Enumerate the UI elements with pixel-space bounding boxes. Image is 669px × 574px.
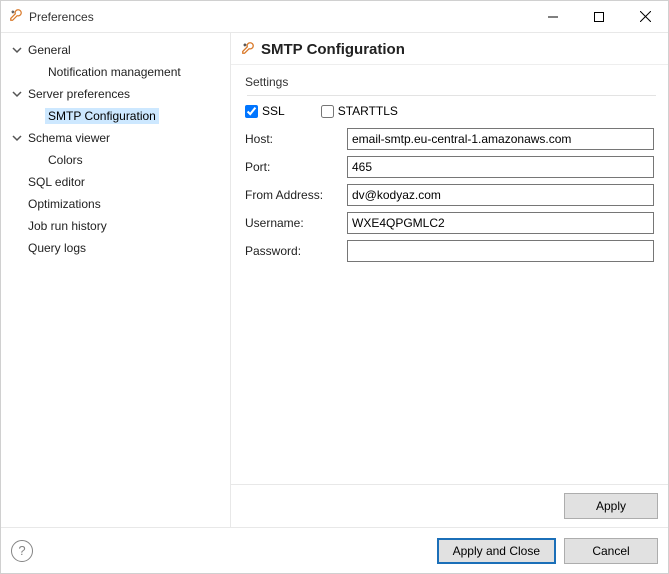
chevron-down-icon[interactable] [11, 132, 23, 144]
close-button[interactable] [622, 1, 668, 32]
preferences-window: Preferences General Notification manageme… [0, 0, 669, 574]
tree-item-label: Schema viewer [25, 130, 113, 146]
tree-item[interactable]: Server preferences [5, 83, 226, 105]
tree-item[interactable]: Colors [5, 149, 226, 171]
username-input[interactable] [347, 212, 654, 234]
from-input[interactable] [347, 184, 654, 206]
apply-and-close-button[interactable]: Apply and Close [437, 538, 556, 564]
ssl-label: SSL [262, 104, 285, 118]
preferences-tree[interactable]: General Notification management Server pre… [1, 33, 231, 527]
separator [247, 95, 656, 96]
settings-panel: Settings SSL STARTTLS [231, 65, 668, 484]
tree-item[interactable]: General [5, 39, 226, 61]
apply-button[interactable]: Apply [564, 493, 658, 519]
port-label: Port: [245, 160, 341, 174]
port-input[interactable] [347, 156, 654, 178]
tree-item[interactable]: SMTP Configuration [5, 105, 226, 127]
starttls-label: STARTTLS [338, 104, 398, 118]
titlebar: Preferences [1, 1, 668, 33]
starttls-checkbox-input[interactable] [321, 105, 334, 118]
tree-item-label: General [25, 42, 74, 58]
ssl-checkbox[interactable]: SSL [245, 104, 285, 118]
form-grid: SSL STARTTLS Host: Port: From Address: [245, 104, 654, 262]
password-input[interactable] [347, 240, 654, 262]
page-title: SMTP Configuration [261, 41, 405, 58]
tree-item-label: SQL editor [25, 174, 88, 190]
minimize-button[interactable] [530, 1, 576, 32]
tree-item-label: Optimizations [25, 196, 104, 212]
tree-item[interactable]: Notification management [5, 61, 226, 83]
starttls-checkbox[interactable]: STARTTLS [321, 104, 398, 118]
panel-footer: Apply [231, 484, 668, 527]
tree-item[interactable]: Job run history [5, 215, 226, 237]
help-icon[interactable]: ? [11, 540, 33, 562]
tree-item-label: Job run history [25, 218, 110, 234]
tree-item[interactable]: Query logs [5, 237, 226, 259]
maximize-button[interactable] [576, 1, 622, 32]
dialog-footer: ? Apply and Close Cancel [1, 527, 668, 573]
ssl-checkbox-input[interactable] [245, 105, 258, 118]
body: General Notification management Server pre… [1, 33, 668, 527]
cancel-button[interactable]: Cancel [564, 538, 658, 564]
chevron-down-icon[interactable] [11, 44, 23, 56]
host-label: Host: [245, 132, 341, 146]
tree-item[interactable]: Optimizations [5, 193, 226, 215]
settings-fieldset: Settings SSL STARTTLS [245, 75, 654, 262]
tree-item-label: Colors [45, 152, 86, 168]
page-header: SMTP Configuration [231, 33, 668, 65]
tree-item[interactable]: SQL editor [5, 171, 226, 193]
window-controls [530, 1, 668, 32]
content-area: SMTP Configuration Settings SSL [231, 33, 668, 527]
wrench-icon [241, 41, 255, 58]
tree-item-label: Query logs [25, 240, 89, 256]
wrench-icon [9, 8, 23, 25]
tree-item-label: Server preferences [25, 86, 133, 102]
password-label: Password: [245, 244, 341, 258]
window-title: Preferences [29, 10, 530, 24]
host-input[interactable] [347, 128, 654, 150]
tree-item-label: Notification management [45, 64, 184, 80]
username-label: Username: [245, 216, 341, 230]
tree-item-label: SMTP Configuration [45, 108, 159, 124]
tree-item[interactable]: Schema viewer [5, 127, 226, 149]
fieldset-legend: Settings [245, 75, 654, 89]
chevron-down-icon[interactable] [11, 88, 23, 100]
checkbox-row: SSL STARTTLS [245, 104, 654, 118]
from-label: From Address: [245, 188, 341, 202]
